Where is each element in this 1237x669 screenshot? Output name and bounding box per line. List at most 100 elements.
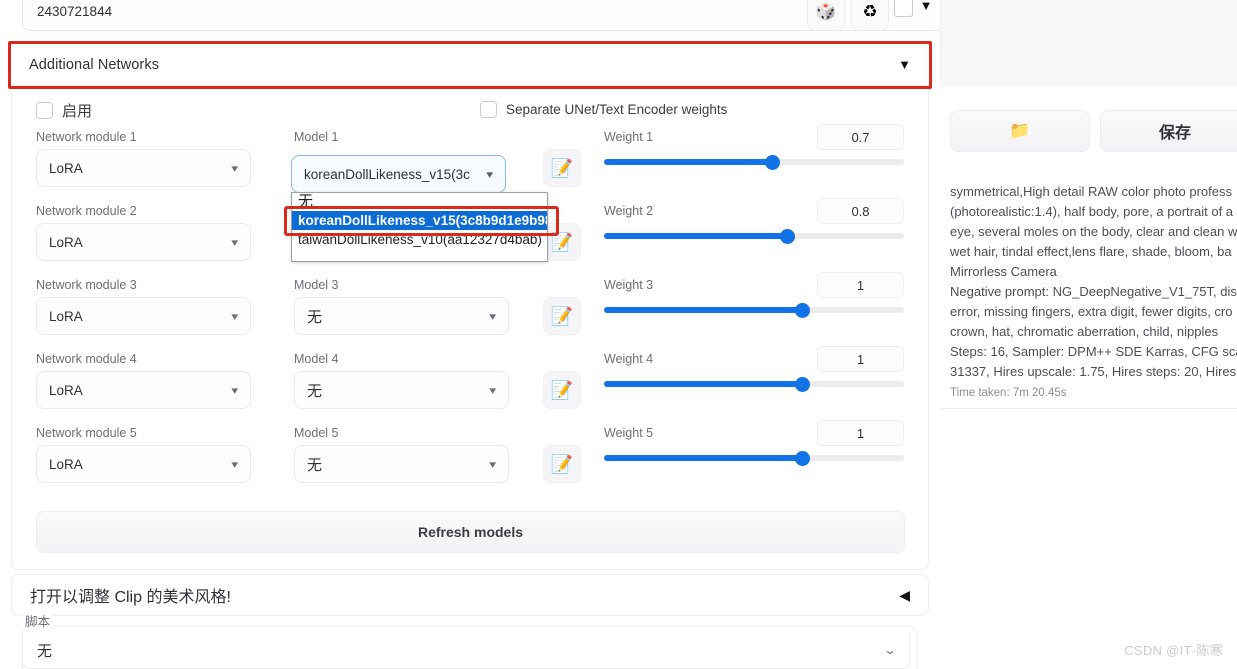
chevron-down-icon: ▾ — [489, 458, 497, 471]
chevron-down-icon: ▾ — [489, 310, 497, 323]
watermark: CSDN @IT·陈寒 — [1124, 643, 1223, 658]
chevron-down-icon[interactable]: ▼ — [898, 57, 911, 72]
chevron-left-icon[interactable]: ◀ — [899, 587, 910, 604]
dropdown-option-korean[interactable]: koreanDollLikeness_v15(3c8b9d1e9b98) — [292, 211, 547, 230]
slider-thumb[interactable] — [795, 303, 810, 318]
slider-fill — [604, 307, 802, 313]
save-button-label: 保存 — [1158, 125, 1191, 142]
network-module-select[interactable]: LoRA ▾ — [36, 297, 251, 335]
enable-label: 启用 — [62, 103, 93, 120]
weight-label: Weight 2 — [604, 204, 654, 218]
refresh-models-button[interactable]: Refresh models — [36, 511, 905, 553]
checkbox-box[interactable] — [480, 101, 497, 118]
right-panel-divider — [940, 408, 1237, 409]
slider-fill — [604, 159, 772, 165]
slider-thumb[interactable] — [795, 377, 810, 392]
chevron-down-icon: ▾ — [231, 310, 239, 323]
slider-fill — [604, 381, 802, 387]
weight-number-input[interactable]: 1 — [817, 346, 904, 372]
network-module-select[interactable]: LoRA ▾ — [36, 223, 251, 261]
network-module-select[interactable]: LoRA ▾ — [36, 445, 251, 483]
weight-value: 0.7 — [851, 129, 870, 145]
info-line: 31337, Hires upscale: 1.75, Hires steps:… — [950, 364, 1237, 379]
edit-metadata-button[interactable]: 📝 — [543, 297, 581, 335]
info-line: crown, hat, chromatic aberration, child,… — [950, 324, 1219, 339]
network-module-label: Network module 3 — [36, 278, 137, 292]
weight-label: Weight 4 — [604, 352, 654, 366]
chevron-down-icon: ⌄ — [883, 643, 897, 657]
chevron-down-icon[interactable]: ▼ — [918, 0, 934, 14]
weight-label: Weight 3 — [604, 278, 654, 292]
model-select[interactable]: 无 ▾ — [294, 445, 509, 483]
network-module-select[interactable]: LoRA ▾ — [36, 149, 251, 187]
recycle-icon[interactable]: ♻ — [851, 0, 889, 31]
open-folder-button[interactable]: 📁 — [950, 110, 1090, 152]
additional-networks-title: Additional Networks — [29, 56, 160, 73]
dropdown-option-taiwan[interactable]: taiwanDollLikeness_v10(aa12327d4bab) — [292, 230, 547, 249]
info-line: Mirrorless Camera — [950, 264, 1057, 279]
save-button[interactable]: 保存 — [1100, 110, 1237, 152]
chevron-down-icon: ▾ — [231, 236, 239, 249]
dice-icon[interactable]: 🎲 — [807, 0, 845, 31]
weight-slider[interactable] — [604, 155, 904, 170]
separate-weights-label: Separate UNet/Text Encoder weights — [506, 102, 728, 117]
generation-info: symmetrical,High detail RAW color photo … — [950, 182, 1237, 382]
weight-value: 1 — [856, 425, 865, 441]
slider-thumb[interactable] — [765, 155, 780, 170]
edit-metadata-button[interactable]: 📝 — [543, 445, 581, 483]
model-value: 无 — [307, 308, 323, 326]
clip-accordion-title: 打开以调整 Clip 的美术风格! — [30, 589, 231, 606]
weight-value: 1 — [856, 351, 865, 367]
info-line: wet hair, tindal effect,lens flare, shad… — [950, 244, 1232, 259]
model-1-value: koreanDollLikeness_v15(3c — [304, 166, 470, 182]
network-module-value: LoRA — [49, 382, 83, 398]
weight-label: Weight 1 — [604, 130, 654, 144]
script-value: 无 — [37, 642, 53, 660]
enable-checkbox[interactable]: 启用 — [36, 100, 92, 121]
model-select[interactable]: 无 ▾ — [294, 297, 509, 335]
script-select[interactable]: 无 ⌄ — [22, 632, 910, 669]
slider-thumb[interactable] — [795, 451, 810, 466]
slider-fill — [604, 455, 802, 461]
model-1-dropdown-list[interactable]: 无 koreanDollLikeness_v15(3c8b9d1e9b98) t… — [291, 192, 548, 262]
network-module-select[interactable]: LoRA ▾ — [36, 371, 251, 409]
slider-fill — [604, 233, 787, 239]
network-module-value: LoRA — [49, 308, 83, 324]
separate-weights-checkbox[interactable]: Separate UNet/Text Encoder weights — [480, 101, 727, 118]
weight-number-input[interactable]: 1 — [817, 272, 904, 298]
model-label: Model 4 — [294, 352, 339, 366]
model-select[interactable]: 无 ▾ — [294, 371, 509, 409]
weight-number-input[interactable]: 0.7 — [817, 124, 904, 150]
network-module-label: Network module 4 — [36, 352, 137, 366]
network-module-label: Network module 1 — [36, 130, 137, 144]
dropdown-option-none[interactable]: 无 — [292, 193, 547, 211]
checkbox-box[interactable] — [36, 102, 53, 119]
weight-number-input[interactable]: 1 — [817, 420, 904, 446]
weight-slider[interactable] — [604, 303, 904, 318]
chevron-down-icon: ▾ — [231, 384, 239, 397]
folder-icon: 📁 — [1009, 121, 1031, 140]
network-module-value: LoRA — [49, 456, 83, 472]
info-line: Steps: 16, Sampler: DPM++ SDE Karras, CF… — [950, 344, 1237, 359]
app-root: 2430721844 🎲 ♻ ▼ Additional Networks ▼ 启… — [0, 0, 1237, 669]
network-module-label: Network module 2 — [36, 204, 137, 218]
checkbox-row: 启用 Separate UNet/Text Encoder weights — [12, 98, 928, 128]
model-1-select[interactable]: koreanDollLikeness_v15(3c ▾ — [291, 155, 506, 193]
clip-accordion-header[interactable]: 打开以调整 Clip 的美术风格! ◀ — [11, 574, 929, 616]
chevron-down-icon: ▾ — [231, 162, 239, 175]
weight-slider[interactable] — [604, 451, 904, 466]
slider-thumb[interactable] — [780, 229, 795, 244]
model-label: Model 1 — [294, 130, 339, 144]
weight-number-input[interactable]: 0.8 — [817, 198, 904, 224]
network-module-value: LoRA — [49, 234, 83, 250]
weight-slider[interactable] — [604, 377, 904, 392]
script-legend: 脚本 — [22, 611, 54, 630]
edit-metadata-button[interactable]: 📝 — [543, 223, 581, 261]
weight-slider[interactable] — [604, 229, 904, 244]
edit-metadata-button[interactable]: 📝 — [543, 149, 581, 187]
network-row: Network module 4 LoRA ▾ Model 4 无 ▾ � — [12, 346, 928, 426]
additional-networks-header[interactable]: Additional Networks ▼ — [11, 44, 929, 86]
edit-metadata-button[interactable]: 📝 — [543, 371, 581, 409]
extra-seed-checkbox[interactable] — [894, 0, 913, 17]
model-value: 无 — [307, 456, 323, 474]
